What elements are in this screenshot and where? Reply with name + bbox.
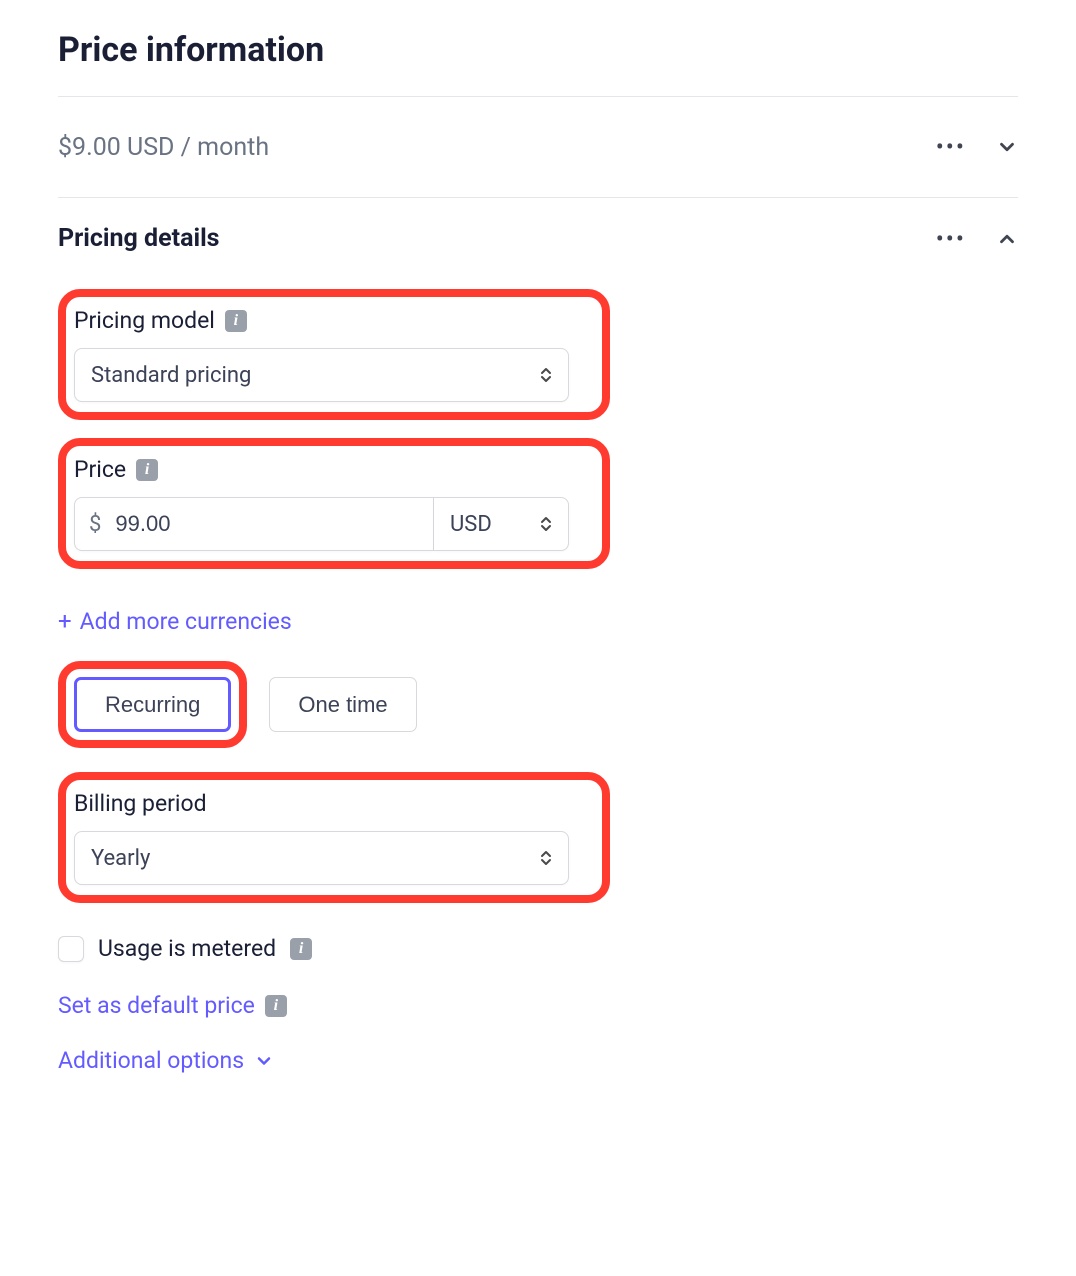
chevron-down-icon: [254, 1051, 274, 1071]
billing-period-label: Billing period: [74, 790, 207, 817]
select-arrows-icon: [540, 516, 552, 532]
price-label: Price: [74, 456, 126, 483]
billing-period-value: Yearly: [91, 846, 150, 871]
overflow-menu-icon[interactable]: •••: [936, 227, 966, 251]
page-title: Price information: [58, 30, 1018, 70]
existing-price-row[interactable]: $9.00 USD / month •••: [58, 97, 1018, 197]
currency-select[interactable]: USD: [434, 497, 569, 551]
recurring-highlight: Recurring: [58, 661, 247, 748]
billing-period-select[interactable]: Yearly: [74, 831, 569, 885]
price-highlight: Price i $ USD: [58, 438, 610, 569]
one-time-toggle[interactable]: One time: [269, 677, 416, 732]
overflow-menu-icon[interactable]: •••: [936, 135, 966, 159]
pricing-details-header[interactable]: Pricing details •••: [58, 224, 1018, 253]
info-icon[interactable]: i: [225, 310, 247, 332]
set-default-price-label: Set as default price: [58, 992, 255, 1019]
existing-price-label: $9.00 USD / month: [58, 133, 269, 162]
billing-period-highlight: Billing period Yearly: [58, 772, 610, 903]
pricing-model-highlight: Pricing model i Standard pricing: [58, 289, 610, 420]
select-arrows-icon: [540, 850, 552, 866]
add-currencies-label: Add more currencies: [80, 608, 292, 635]
price-input-wrapper[interactable]: $: [74, 497, 434, 551]
pricing-model-value: Standard pricing: [91, 363, 251, 388]
info-icon[interactable]: i: [290, 938, 312, 960]
metered-label: Usage is metered: [98, 935, 276, 962]
info-icon[interactable]: i: [265, 995, 287, 1017]
pricing-details-title: Pricing details: [58, 224, 220, 253]
select-arrows-icon: [540, 367, 552, 383]
currency-value: USD: [450, 512, 492, 537]
info-icon[interactable]: i: [136, 459, 158, 481]
pricing-model-select[interactable]: Standard pricing: [74, 348, 569, 402]
add-currencies-link[interactable]: + Add more currencies: [58, 607, 292, 635]
divider: [58, 197, 1018, 198]
recurring-toggle[interactable]: Recurring: [74, 677, 231, 732]
chevron-up-icon[interactable]: [996, 228, 1018, 250]
plus-icon: +: [58, 607, 72, 635]
additional-options-toggle[interactable]: Additional options: [58, 1047, 274, 1074]
set-default-price-link[interactable]: Set as default price i: [58, 992, 287, 1019]
chevron-down-icon[interactable]: [996, 136, 1018, 158]
currency-symbol: $: [89, 512, 101, 537]
pricing-model-label: Pricing model: [74, 307, 215, 334]
additional-options-label: Additional options: [58, 1047, 244, 1074]
price-amount-input[interactable]: [115, 511, 419, 537]
metered-checkbox[interactable]: [58, 936, 84, 962]
